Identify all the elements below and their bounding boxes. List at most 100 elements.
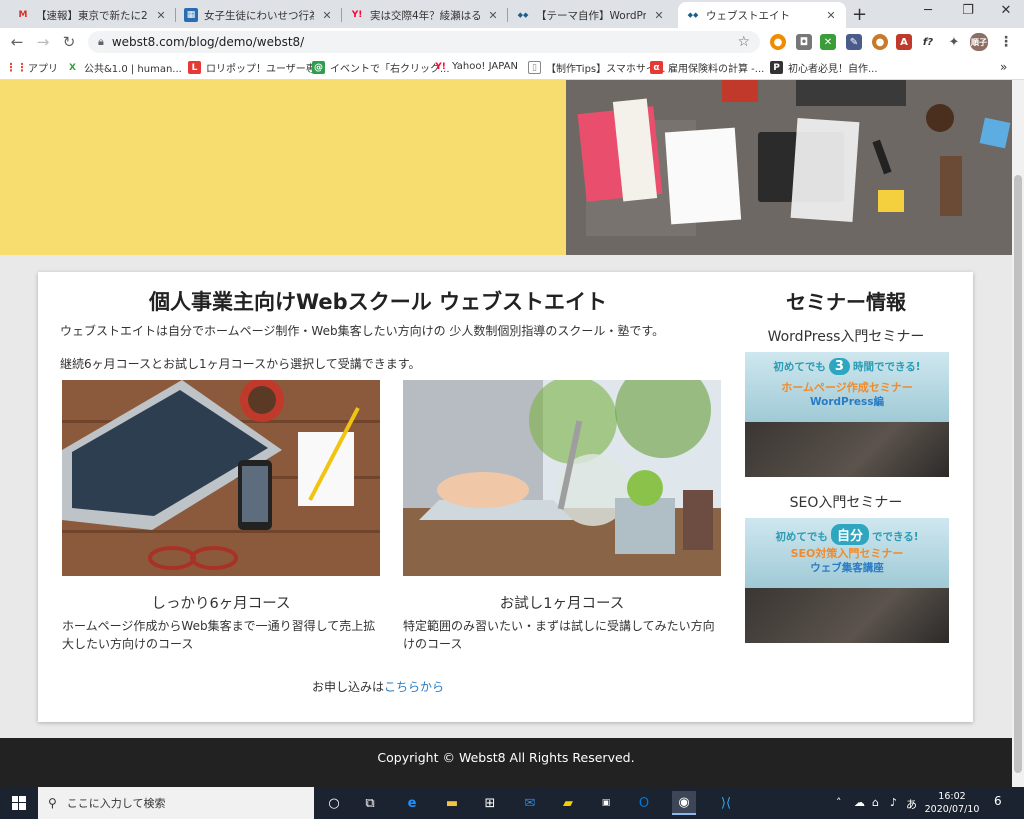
menu-kebab-icon[interactable]: ⋮ [998, 34, 1014, 50]
puzzle-icon[interactable]: ✦ [946, 34, 962, 50]
search-icon: ⚲ [48, 796, 57, 810]
search-placeholder: ここに入力して検索 [66, 797, 166, 810]
vscode-icon[interactable]: ⟩⟨ [714, 791, 738, 815]
cookie-icon[interactable]: ● [872, 34, 888, 50]
bookmark-star-icon[interactable]: ☆ [737, 34, 750, 50]
bookmark-2[interactable]: L ロリポップ！ユーザー専... [188, 60, 325, 75]
banner-highlight: 自分 [830, 524, 869, 545]
clock-time: 16:02 [938, 791, 966, 802]
lolipop-icon: L [188, 61, 201, 74]
volume-icon[interactable]: ♪ [890, 796, 897, 809]
yahoo-icon: Y! [435, 61, 446, 72]
tab-theme[interactable]: ◆◆ 【テーマ自作】WordPress オリ ✕ [508, 2, 674, 28]
outlook-icon[interactable]: O [632, 791, 656, 815]
main-content-card: 個人事業主向けWebスクール ウェブストエイト ウェブストエイトは自分でホームペ… [38, 272, 973, 722]
pdf-icon[interactable]: A [896, 34, 912, 50]
bookmark-7[interactable]: P 初心者必見！自作... [770, 60, 878, 75]
tab-news-2[interactable]: ▦ 女子生徒にわいせつ行為、ト ✕ [176, 2, 342, 28]
bookmark-apps[interactable]: ⋮⋮ アプリ [5, 60, 59, 75]
close-icon[interactable]: ✕ [320, 9, 334, 22]
forward-icon[interactable]: → [34, 33, 52, 51]
tab-webst8-active[interactable]: ◆◆ ウェブストエイト ✕ [678, 2, 846, 28]
bookmark-label: 【制作Tips】スマホサイ... [546, 64, 666, 75]
apply-prefix: お申し込みは [311, 680, 384, 694]
course-title-1month: お試し1ヶ月コース [499, 596, 625, 612]
edge-icon[interactable]: e [400, 791, 424, 815]
webst8-icon: ◆◆ [517, 11, 529, 19]
function-icon[interactable]: f? [920, 34, 936, 50]
more-bookmarks-icon[interactable]: » [1000, 60, 1007, 74]
notification-icon[interactable]: 6 [994, 794, 1002, 808]
bookmark-1[interactable]: X 公共&1.0 | human... [66, 60, 182, 76]
seminar-title-seo: SEO入門セミナー [789, 495, 903, 511]
tab-title: ウェブストエイト [706, 9, 790, 22]
restore-icon[interactable]: ❐ [950, 3, 986, 18]
chevron-up-icon[interactable]: ˄ [836, 796, 842, 809]
bookmark-3[interactable]: @ イベントで「右クリック... [312, 60, 450, 75]
sticky-notes-icon[interactable]: ▰ [556, 791, 580, 815]
back-icon[interactable]: ← [8, 33, 26, 51]
tab-title: 【テーマ自作】WordPress オリ [536, 9, 646, 22]
task-view-icon[interactable]: ⧉ [358, 791, 382, 815]
profile-avatar[interactable]: 順子 [970, 33, 988, 51]
banner-highlight: 3 [828, 358, 850, 375]
apps-grid-icon: ⋮⋮ [5, 61, 28, 74]
camera-icon[interactable]: ◘ [796, 34, 812, 50]
tab-title: 実は交際4年？綾瀬はるか「私 [370, 9, 480, 22]
seminar-banner-seo[interactable]: 初めてでも 自分 でできる! SEO対策入門セミナー ウェブ集客講座 [745, 518, 949, 643]
bookmark-4[interactable]: Y! Yahoo! JAPAN [434, 60, 518, 73]
system-clock[interactable]: 16:02 2020/07/10 [920, 790, 984, 816]
close-icon[interactable]: ✕ [824, 9, 838, 22]
cortana-icon[interactable]: ○ [322, 791, 346, 815]
course-image-1month[interactable] [403, 380, 721, 576]
tab-strip: M 【速報】東京で新たに243人感 ✕ ▦ 女子生徒にわいせつ行為、ト ✕ Y!… [0, 0, 1024, 28]
bookmark-label: 公共&1.0 | human... [84, 64, 182, 75]
bookmark-label: 雇用保険料の計算 -... [668, 64, 765, 75]
tab-news-1[interactable]: M 【速報】東京で新たに243人感 ✕ [8, 2, 176, 28]
close-icon[interactable]: ✕ [154, 9, 168, 22]
apply-link[interactable]: こちらから [384, 680, 444, 694]
chrome-icon[interactable]: ◉ [672, 791, 696, 815]
p-icon: P [770, 61, 783, 74]
desk-photo [566, 80, 1012, 255]
scrollbar-thumb[interactable] [1014, 175, 1022, 773]
reload-icon[interactable]: ↻ [60, 33, 78, 51]
app-icon[interactable]: ▣ [594, 791, 618, 815]
ime-icon[interactable]: あ [906, 796, 917, 812]
extension-icon[interactable]: ● [770, 34, 786, 50]
gmail-icon: M [18, 10, 28, 20]
page-title: 個人事業主向けWebスクール ウェブストエイト [149, 290, 607, 314]
bookmark-5[interactable]: ▯ 【制作Tips】スマホサイ... [528, 60, 665, 75]
onedrive-icon[interactable]: ☁ [854, 796, 865, 809]
bookmark-6[interactable]: α 雇用保険料の計算 -... [650, 60, 764, 75]
x-icon: X [69, 62, 76, 73]
close-icon[interactable]: ✕ [486, 9, 500, 22]
taskbar-search-box[interactable]: ⚲ ここに入力して検索 [38, 787, 314, 819]
tab-yahoo[interactable]: Y! 実は交際4年？綾瀬はるか「私 ✕ [342, 2, 508, 28]
seminar-banner-wordpress[interactable]: 初めてでも 3 時間でできる! ホームページ作成セミナー WordPress編 [745, 352, 949, 477]
close-window-icon[interactable]: ✕ [988, 3, 1024, 18]
network-icon[interactable]: ⌂ [872, 796, 879, 809]
alpha-icon: α [650, 61, 663, 74]
close-icon[interactable]: ✕ [652, 9, 666, 22]
news-icon: ▦ [184, 8, 198, 22]
banner-subtitle: ホームページ作成セミナー [781, 381, 913, 394]
minimize-icon[interactable]: ─ [910, 3, 946, 18]
page-scrollbar[interactable] [1012, 80, 1024, 787]
course-desc-6month: ホームページ作成からWeb集客まで一通り習得して売上拡大したい方向けのコース [62, 619, 376, 651]
course-image-6month[interactable] [62, 380, 380, 576]
file-explorer-icon[interactable]: ▬ [440, 791, 464, 815]
clock-date: 2020/07/10 [924, 804, 980, 815]
banner-line-text: 初めてでも [773, 361, 826, 373]
store-icon[interactable]: ⊞ [478, 791, 502, 815]
mail-icon[interactable]: ✉ [518, 791, 542, 815]
address-bar[interactable]: 🔒︎ webst8.com/blog/demo/webst8/ ☆ [88, 31, 760, 53]
bookmarks-bar: ⋮⋮ アプリ X 公共&1.0 | human... L ロリポップ！ユーザー専… [0, 56, 1024, 80]
tool-icon[interactable]: ✕ [820, 34, 836, 50]
eyedropper-icon[interactable]: ✎ [846, 34, 862, 50]
seminar-section-title: セミナー情報 [786, 290, 906, 314]
windows-taskbar: ⚲ ここに入力して検索 ○ ⧉ e ▬ ⊞ ✉ ▰ ▣ O ◉ ⟩⟨ ˄ ☁ ⌂… [0, 787, 1024, 819]
bookmark-label: イベントで「右クリック... [330, 64, 450, 75]
new-tab-button[interactable]: + [852, 4, 867, 25]
start-button[interactable] [0, 787, 38, 819]
